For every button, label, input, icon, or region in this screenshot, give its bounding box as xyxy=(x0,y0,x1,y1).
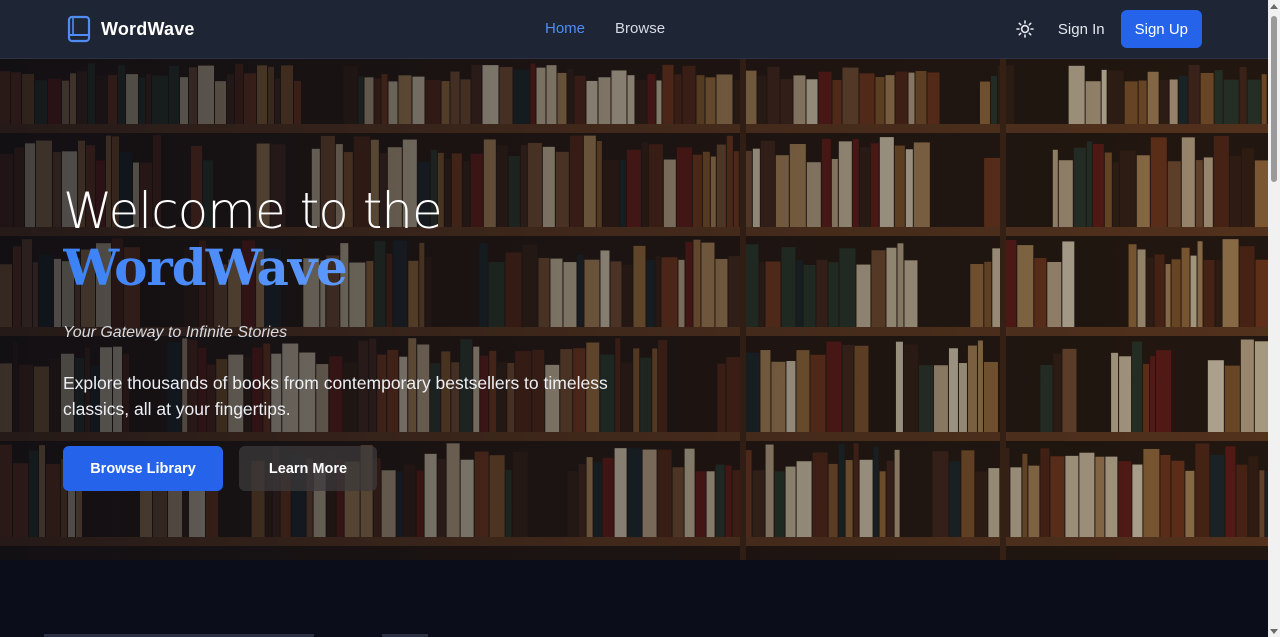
nav-link-home[interactable]: Home xyxy=(545,20,585,37)
hero-content: Welcome to the WordWave Your Gateway to … xyxy=(63,182,703,491)
top-navbar: WordWave Home Browse Sign In Sign Up xyxy=(0,0,1268,59)
hero-tagline: Your Gateway to Infinite Stories xyxy=(63,324,288,341)
sign-up-button[interactable]: Sign Up xyxy=(1120,10,1202,48)
brand-name: WordWave xyxy=(101,18,195,39)
sign-in-link[interactable]: Sign In xyxy=(1058,21,1105,38)
hero-title-line1: Welcome to the xyxy=(63,182,443,240)
nav-actions: Sign In Sign Up xyxy=(1014,10,1202,48)
book-icon xyxy=(67,15,91,43)
hero-section: Welcome to the WordWave Your Gateway to … xyxy=(0,59,1268,560)
hero-description: Explore thousands of books from contempo… xyxy=(63,373,608,419)
sun-icon xyxy=(1016,20,1034,38)
theme-toggle-button[interactable] xyxy=(1014,18,1036,40)
scroll-up-arrow-icon[interactable] xyxy=(1270,4,1278,9)
scrollbar-thumb[interactable] xyxy=(1271,16,1277,182)
next-section xyxy=(0,560,1268,637)
page-scrollbar[interactable] xyxy=(1268,0,1280,637)
brand-logo[interactable]: WordWave xyxy=(67,15,195,43)
hero-title-brand: WordWave xyxy=(63,240,703,296)
main-nav: Home Browse xyxy=(545,20,665,37)
browse-library-button[interactable]: Browse Library xyxy=(63,446,223,491)
scroll-down-arrow-icon[interactable] xyxy=(1270,629,1278,634)
learn-more-button[interactable]: Learn More xyxy=(239,446,377,491)
nav-link-browse[interactable]: Browse xyxy=(615,20,665,37)
hero-actions: Browse Library Learn More xyxy=(63,446,703,491)
